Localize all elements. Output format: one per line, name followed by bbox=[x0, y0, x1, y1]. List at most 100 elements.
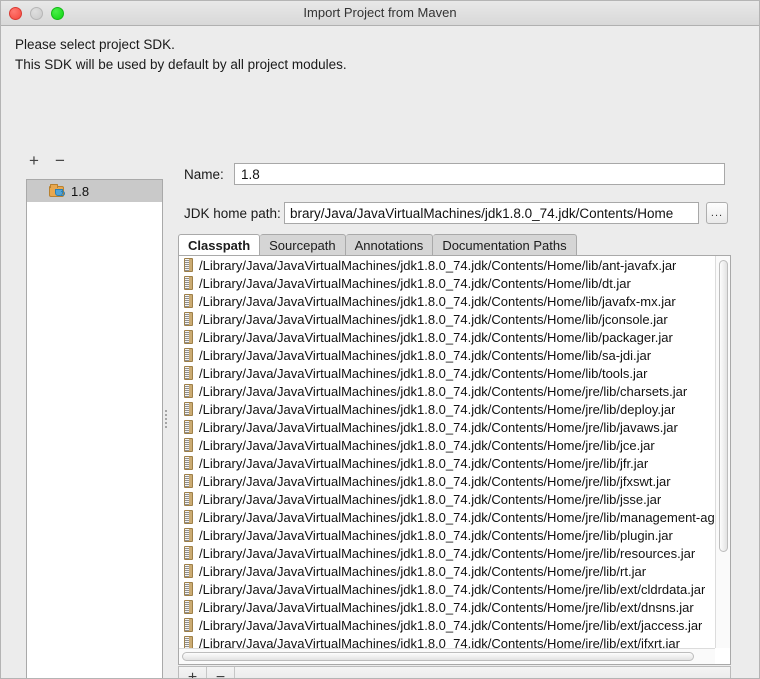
jdk-folder-icon bbox=[49, 184, 66, 198]
jar-file-icon bbox=[184, 438, 193, 452]
classpath-row-label: /Library/Java/JavaVirtualMachines/jdk1.8… bbox=[199, 509, 715, 525]
window-title: Import Project from Maven bbox=[303, 5, 457, 20]
classpath-row[interactable]: /Library/Java/JavaVirtualMachines/jdk1.8… bbox=[179, 274, 715, 292]
classpath-row[interactable]: /Library/Java/JavaVirtualMachines/jdk1.8… bbox=[179, 454, 715, 472]
classpath-row-label: /Library/Java/JavaVirtualMachines/jdk1.8… bbox=[199, 257, 677, 273]
classpath-row-label: /Library/Java/JavaVirtualMachines/jdk1.8… bbox=[199, 491, 662, 507]
classpath-row-label: /Library/Java/JavaVirtualMachines/jdk1.8… bbox=[199, 275, 631, 291]
classpath-row[interactable]: /Library/Java/JavaVirtualMachines/jdk1.8… bbox=[179, 508, 715, 526]
classpath-row-label: /Library/Java/JavaVirtualMachines/jdk1.8… bbox=[199, 581, 706, 597]
classpath-horizontal-scrollbar[interactable] bbox=[179, 648, 715, 664]
remove-sdk-button[interactable]: − bbox=[55, 152, 65, 169]
sdk-list-toolbar: + − bbox=[29, 152, 65, 169]
classpath-row-label: /Library/Java/JavaVirtualMachines/jdk1.8… bbox=[199, 365, 648, 381]
jar-file-icon bbox=[184, 348, 193, 362]
jar-file-icon bbox=[184, 456, 193, 470]
classpath-row[interactable]: /Library/Java/JavaVirtualMachines/jdk1.8… bbox=[179, 580, 715, 598]
classpath-row-label: /Library/Java/JavaVirtualMachines/jdk1.8… bbox=[199, 617, 703, 633]
classpath-row-label: /Library/Java/JavaVirtualMachines/jdk1.8… bbox=[199, 293, 676, 309]
classpath-row[interactable]: /Library/Java/JavaVirtualMachines/jdk1.8… bbox=[179, 346, 715, 364]
jar-file-icon bbox=[184, 618, 193, 632]
splitter-handle[interactable] bbox=[165, 408, 170, 430]
classpath-row-label: /Library/Java/JavaVirtualMachines/jdk1.8… bbox=[199, 383, 688, 399]
header-line-1: Please select project SDK. bbox=[15, 37, 175, 52]
classpath-row-label: /Library/Java/JavaVirtualMachines/jdk1.8… bbox=[199, 635, 680, 649]
name-input[interactable] bbox=[234, 163, 725, 185]
tabs-filler bbox=[576, 234, 731, 256]
classpath-row-label: /Library/Java/JavaVirtualMachines/jdk1.8… bbox=[199, 329, 673, 345]
classpath-panel: /Library/Java/JavaVirtualMachines/jdk1.8… bbox=[178, 255, 731, 665]
tab-classpath[interactable]: Classpath bbox=[178, 234, 261, 256]
classpath-row-label: /Library/Java/JavaVirtualMachines/jdk1.8… bbox=[199, 347, 652, 363]
jar-file-icon bbox=[184, 546, 193, 560]
title-bar: Import Project from Maven bbox=[1, 1, 759, 26]
classpath-toolbar: + − bbox=[178, 666, 731, 678]
horizontal-scrollbar-thumb[interactable] bbox=[182, 652, 694, 661]
dialog-body: + − 1.8 Name: JDK home path: brary/Java/… bbox=[1, 75, 759, 678]
classpath-row-label: /Library/Java/JavaVirtualMachines/jdk1.8… bbox=[199, 311, 668, 327]
jar-file-icon bbox=[184, 330, 193, 344]
vertical-scrollbar-thumb[interactable] bbox=[719, 260, 728, 552]
jar-file-icon bbox=[184, 402, 193, 416]
classpath-row-label: /Library/Java/JavaVirtualMachines/jdk1.8… bbox=[199, 437, 655, 453]
classpath-row-label: /Library/Java/JavaVirtualMachines/jdk1.8… bbox=[199, 455, 649, 471]
classpath-row[interactable]: /Library/Java/JavaVirtualMachines/jdk1.8… bbox=[179, 382, 715, 400]
header-line-2: This SDK will be used by default by all … bbox=[15, 57, 347, 72]
classpath-row[interactable]: /Library/Java/JavaVirtualMachines/jdk1.8… bbox=[179, 598, 715, 616]
classpath-row-label: /Library/Java/JavaVirtualMachines/jdk1.8… bbox=[199, 401, 676, 417]
classpath-row[interactable]: /Library/Java/JavaVirtualMachines/jdk1.8… bbox=[179, 436, 715, 454]
jar-file-icon bbox=[184, 294, 193, 308]
dialog-window: Import Project from Maven Please select … bbox=[0, 0, 760, 679]
jar-file-icon bbox=[184, 636, 193, 648]
jar-file-icon bbox=[184, 258, 193, 272]
jar-file-icon bbox=[184, 384, 193, 398]
jdk-home-path-label: JDK home path: bbox=[184, 206, 281, 221]
classpath-vertical-scrollbar[interactable] bbox=[715, 256, 730, 648]
classpath-row-label: /Library/Java/JavaVirtualMachines/jdk1.8… bbox=[199, 419, 678, 435]
name-label: Name: bbox=[184, 167, 224, 182]
sdk-list[interactable]: 1.8 bbox=[26, 179, 163, 678]
jar-file-icon bbox=[184, 276, 193, 290]
jar-file-icon bbox=[184, 474, 193, 488]
classpath-row-label: /Library/Java/JavaVirtualMachines/jdk1.8… bbox=[199, 527, 673, 543]
classpath-row-label: /Library/Java/JavaVirtualMachines/jdk1.8… bbox=[199, 473, 671, 489]
tab-sourcepath[interactable]: Sourcepath bbox=[260, 234, 346, 256]
jar-file-icon bbox=[184, 528, 193, 542]
paths-tabs: Classpath Sourcepath Annotations Documen… bbox=[178, 233, 731, 256]
jar-file-icon bbox=[184, 366, 193, 380]
jdk-home-path-input[interactable]: brary/Java/JavaVirtualMachines/jdk1.8.0_… bbox=[284, 202, 699, 224]
classpath-row-label: /Library/Java/JavaVirtualMachines/jdk1.8… bbox=[199, 563, 647, 579]
classpath-row[interactable]: /Library/Java/JavaVirtualMachines/jdk1.8… bbox=[179, 562, 715, 580]
add-sdk-button[interactable]: + bbox=[29, 152, 39, 169]
classpath-row[interactable]: /Library/Java/JavaVirtualMachines/jdk1.8… bbox=[179, 472, 715, 490]
classpath-row-label: /Library/Java/JavaVirtualMachines/jdk1.8… bbox=[199, 599, 694, 615]
jar-file-icon bbox=[184, 420, 193, 434]
classpath-row[interactable]: /Library/Java/JavaVirtualMachines/jdk1.8… bbox=[179, 616, 715, 634]
jar-file-icon bbox=[184, 582, 193, 596]
header-message: Please select project SDK. This SDK will… bbox=[1, 26, 759, 75]
jar-file-icon bbox=[184, 312, 193, 326]
tab-documentation-paths[interactable]: Documentation Paths bbox=[433, 234, 577, 256]
classpath-row[interactable]: /Library/Java/JavaVirtualMachines/jdk1.8… bbox=[179, 400, 715, 418]
sdk-list-item[interactable]: 1.8 bbox=[27, 180, 162, 202]
jar-file-icon bbox=[184, 510, 193, 524]
classpath-row[interactable]: /Library/Java/JavaVirtualMachines/jdk1.8… bbox=[179, 328, 715, 346]
classpath-row[interactable]: /Library/Java/JavaVirtualMachines/jdk1.8… bbox=[179, 364, 715, 382]
jar-file-icon bbox=[184, 564, 193, 578]
classpath-row[interactable]: /Library/Java/JavaVirtualMachines/jdk1.8… bbox=[179, 292, 715, 310]
browse-button[interactable]: ... bbox=[706, 202, 728, 224]
sdk-list-item-label: 1.8 bbox=[71, 183, 90, 199]
classpath-row[interactable]: /Library/Java/JavaVirtualMachines/jdk1.8… bbox=[179, 418, 715, 436]
classpath-row[interactable]: /Library/Java/JavaVirtualMachines/jdk1.8… bbox=[179, 544, 715, 562]
add-classpath-button[interactable]: + bbox=[179, 667, 207, 678]
remove-classpath-button[interactable]: − bbox=[207, 667, 235, 678]
jar-file-icon bbox=[184, 492, 193, 506]
classpath-row[interactable]: /Library/Java/JavaVirtualMachines/jdk1.8… bbox=[179, 526, 715, 544]
classpath-row[interactable]: /Library/Java/JavaVirtualMachines/jdk1.8… bbox=[179, 310, 715, 328]
jar-file-icon bbox=[184, 600, 193, 614]
classpath-row[interactable]: /Library/Java/JavaVirtualMachines/jdk1.8… bbox=[179, 256, 715, 274]
classpath-row[interactable]: /Library/Java/JavaVirtualMachines/jdk1.8… bbox=[179, 490, 715, 508]
classpath-row[interactable]: /Library/Java/JavaVirtualMachines/jdk1.8… bbox=[179, 634, 715, 648]
tab-annotations[interactable]: Annotations bbox=[345, 234, 434, 256]
classpath-list[interactable]: /Library/Java/JavaVirtualMachines/jdk1.8… bbox=[179, 256, 715, 648]
